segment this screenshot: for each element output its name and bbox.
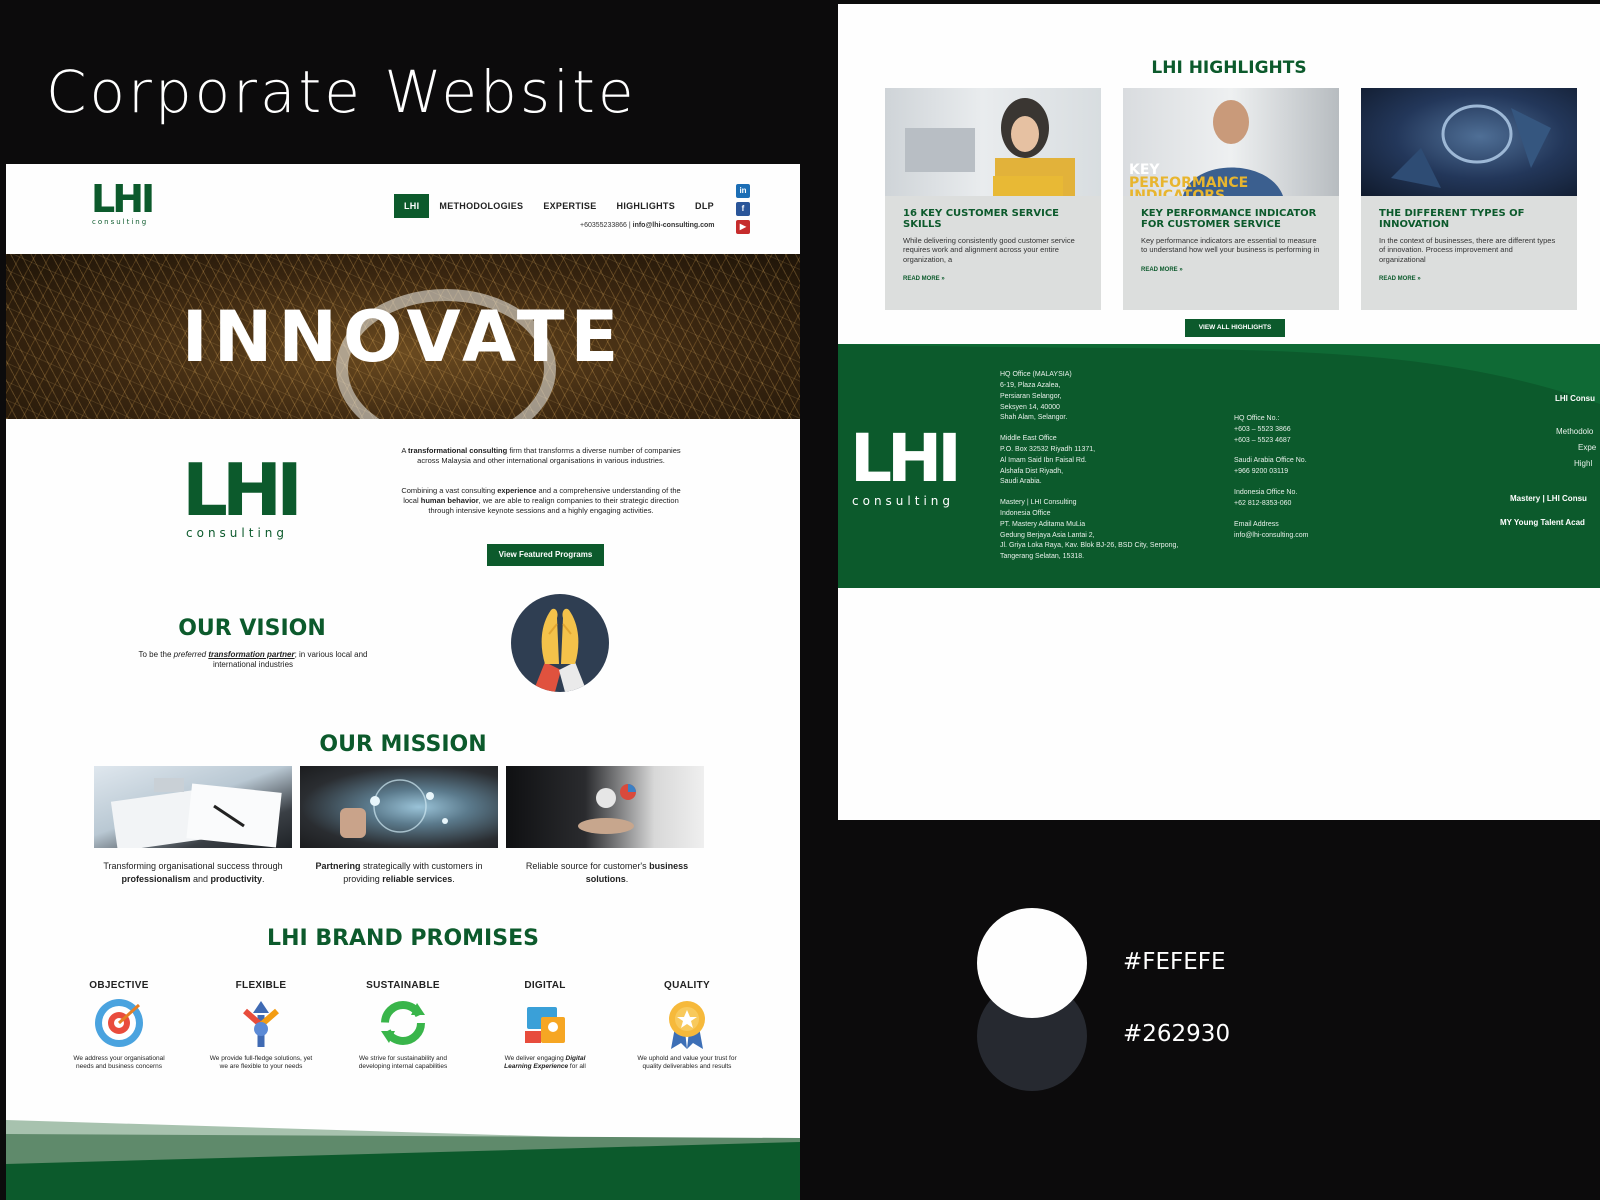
nav-item-methodologies[interactable]: METHODOLOGIES <box>429 194 533 218</box>
view-featured-programs-button[interactable]: View Featured Programs <box>487 544 604 566</box>
hero-banner: INNOVATE <box>6 254 800 419</box>
mission-caption-3: Reliable source for customer's business … <box>525 861 689 884</box>
header-contact: +60355233866 | info@lhi-consulting.com <box>580 222 715 229</box>
footer-link[interactable]: LHI Consu <box>1555 394 1595 403</box>
intro-paragraph-1: A transformational consulting firm that … <box>401 446 681 466</box>
footer-email: Email Address info@lhi-consulting.com <box>1234 520 1308 542</box>
flexible-arrows-icon <box>235 997 287 1049</box>
mission-caption-1: Transforming organisational success thro… <box>103 861 283 884</box>
nav-item-dlp[interactable]: DLP <box>685 194 724 218</box>
footer-logo: LHI <box>850 420 962 497</box>
target-icon <box>93 997 145 1049</box>
highlight-card[interactable]: THE DIFFERENT TYPES OF INNOVATION In the… <box>1361 88 1577 310</box>
footer-link[interactable]: Methodolo <box>1556 426 1593 438</box>
digital-devices-icon <box>519 997 571 1049</box>
vision-title: OUR VISION <box>178 616 326 641</box>
read-more-link[interactable]: READ MORE » <box>1361 264 1577 282</box>
vision-text: To be the preferred transformation partn… <box>138 650 368 670</box>
card-image-customer-service <box>885 88 1101 196</box>
nav-item-lhi[interactable]: LHI <box>394 194 430 218</box>
intro-logo: LHI <box>182 448 303 532</box>
facebook-icon[interactable]: f <box>736 202 750 216</box>
highlights-title: LHI HIGHLIGHTS <box>1151 58 1307 78</box>
intro-paragraph-2: Combining a vast consulting experience a… <box>401 486 681 516</box>
contact-email[interactable]: info@lhi-consulting.com <box>633 222 715 229</box>
quality-medal-icon <box>661 997 713 1049</box>
contact-phone: +60355233866 | <box>580 222 633 229</box>
swatch-white <box>977 908 1087 1018</box>
swatch-dark-label: #262930 <box>1123 1021 1231 1047</box>
page-title: Corporate Website <box>46 58 637 126</box>
mission-title: OUR MISSION <box>319 732 487 757</box>
footer-logo-sub: consulting <box>852 494 954 508</box>
footer-hq-phones: HQ Office No.: +603 – 5523 3866 +603 – 552… <box>1234 415 1291 444</box>
kpi-image-text-3: INDICATORS <box>1129 188 1226 196</box>
swatch-white-label: #FEFEFE <box>1123 949 1226 975</box>
high-five-illustration <box>511 594 609 692</box>
promise-sustainable: SUSTAINABLE We strive for sustainability… <box>358 980 448 1071</box>
footer-indonesia-phone: Indonesia Office No. +62 812-8353-060 <box>1234 489 1298 507</box>
promise-digital: DIGITAL We deliver engaging Digital Lear… <box>504 980 586 1071</box>
promise-flexible: FLEXIBLE We provide full-fledge solution… <box>209 980 313 1071</box>
intro-logo-sub: consulting <box>186 526 288 540</box>
linkedin-icon[interactable]: in <box>736 184 750 198</box>
footer-hq-address: HQ Office (MALAYSIA) 6-19, Plaza Azalea, P… <box>1000 371 1072 422</box>
homepage-mockup: LHI consulting LHI METHODOLOGIES EXPERTI… <box>6 164 800 1200</box>
read-more-link[interactable]: READ MORE » <box>885 264 1101 282</box>
nav-item-expertise[interactable]: EXPERTISE <box>533 194 606 218</box>
read-more-link[interactable]: READ MORE » <box>1123 255 1339 273</box>
mission-image-solutions <box>506 766 704 848</box>
footer-middle-east-address: Middle East Office P.O. Box 32532 Riyadh … <box>1000 435 1096 486</box>
footer-indonesia-address: Mastery | LHI Consulting Indonesia Office… <box>1000 499 1179 561</box>
promise-objective: OBJECTIVE We address your organisational… <box>73 980 165 1071</box>
card-image-innovation <box>1361 88 1577 196</box>
brand-promises-title: LHI BRAND PROMISES <box>267 926 539 951</box>
nav-item-highlights[interactable]: HIGHLIGHTS <box>607 194 686 218</box>
header-logo-sub: consulting <box>92 218 149 226</box>
mission-image-partnering <box>300 766 498 848</box>
footer-saudi-phone: Saudi Arabia Office No. +966 9200 03119 <box>1234 457 1307 475</box>
card-image-kpi: KEY PERFORMANCE INDICATORS <box>1123 88 1339 196</box>
highlight-card[interactable]: KEY PERFORMANCE INDICATORS KEY PERFORMAN… <box>1123 88 1339 310</box>
highlight-card[interactable]: 16 KEY CUSTOMER SERVICE SKILLS While del… <box>885 88 1101 310</box>
promise-quality: QUALITY We uphold and value your trust f… <box>637 980 737 1071</box>
footer-link[interactable]: Highl <box>1574 458 1592 470</box>
youtube-icon[interactable]: ▶ <box>736 220 750 234</box>
footer-link[interactable]: MY Young Talent Acad <box>1500 518 1585 527</box>
header-logo[interactable]: LHI <box>91 180 155 218</box>
main-nav: LHI METHODOLOGIES EXPERTISE HIGHLIGHTS D… <box>394 194 724 218</box>
footer-wave <box>6 1120 800 1200</box>
footer-email-link[interactable]: info@lhi-consulting.com <box>1234 531 1308 542</box>
hero-text: INNOVATE <box>181 296 625 378</box>
footer-link[interactable]: Mastery | LHI Consu <box>1510 494 1587 503</box>
mission-image-documents <box>94 766 292 848</box>
highlights-mockup: LHI HIGHLIGHTS 16 KEY CUSTOMER SERVICE S… <box>838 4 1600 820</box>
mission-caption-2: Partnering strategically with customers … <box>315 861 483 884</box>
footer-link[interactable]: Expe <box>1578 442 1596 454</box>
site-footer: LHI consulting HQ Office (MALAYSIA) 6-19,… <box>838 344 1600 588</box>
recycle-icon <box>377 997 429 1049</box>
view-all-highlights-button[interactable]: VIEW ALL HIGHLIGHTS <box>1185 319 1285 337</box>
